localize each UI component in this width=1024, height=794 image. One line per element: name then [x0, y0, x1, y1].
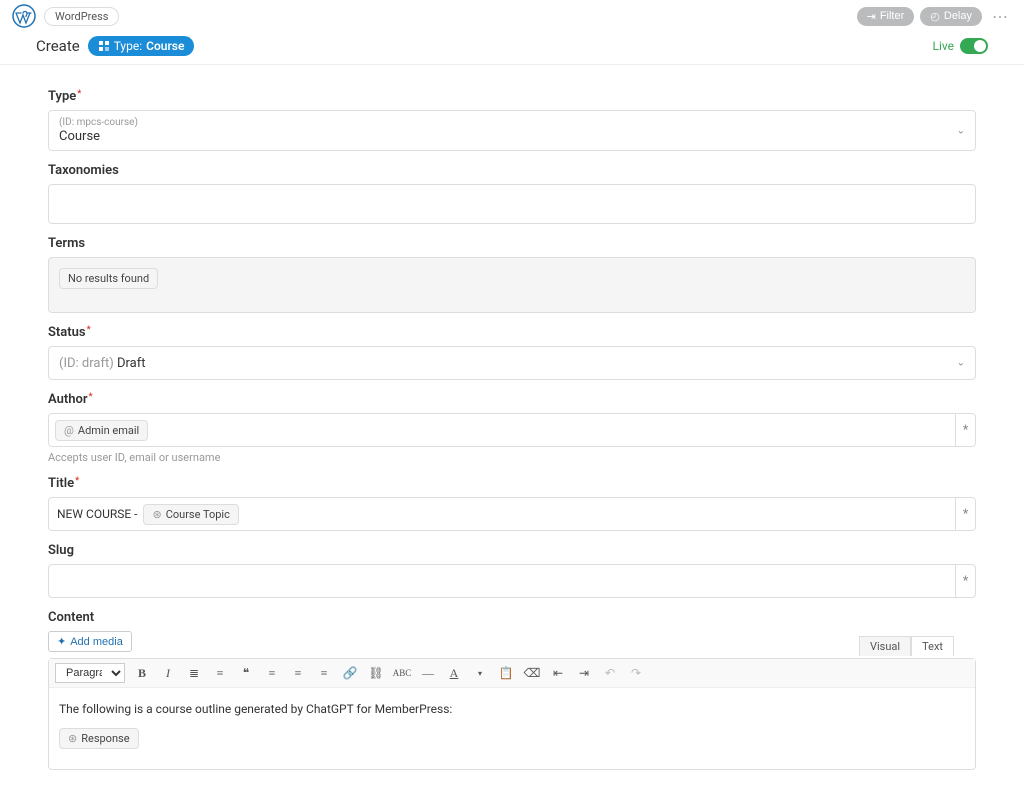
user-icon: @ [64, 425, 74, 436]
unlink-button[interactable]: ⛓ [367, 664, 385, 682]
undo-button[interactable]: ↶ [601, 664, 619, 682]
tab-text[interactable]: Text [911, 636, 954, 656]
clear-button[interactable]: ⌫ [523, 664, 541, 682]
type-prefix: Type: [114, 39, 142, 53]
content-text: The following is a course outline genera… [59, 702, 965, 716]
delay-button[interactable]: ◴ Delay [920, 7, 982, 26]
terms-box: No results found [48, 257, 976, 313]
slug-input[interactable]: * [48, 564, 976, 598]
taxonomies-input[interactable] [48, 184, 976, 224]
number-list-button[interactable]: ≡ [211, 664, 229, 682]
textcolor-arrow[interactable]: ▾ [471, 664, 489, 682]
target-icon: ⊛ [152, 509, 161, 520]
type-value-display: Course [59, 129, 100, 144]
asterisk-icon: * [955, 498, 975, 530]
title-input[interactable]: NEW COURSE - ⊛ Course Topic * [48, 497, 976, 531]
slug-label: Slug [48, 543, 976, 558]
quote-button[interactable]: ❝ [237, 664, 255, 682]
response-chip[interactable]: ⊛ Response [59, 728, 139, 749]
indent-right-button[interactable]: ⇥ [575, 664, 593, 682]
terms-no-results: No results found [59, 268, 158, 289]
type-id: (ID: mpcs-course) [59, 117, 138, 129]
chevron-down-icon: ⌄ [957, 125, 965, 136]
editor-toolbar: Paragraph B I ≣ ≡ ❝ ≡ ≡ ≡ 🔗 ⛓ ABC — A ▾ … [49, 659, 975, 688]
sub-header: Create Type: Course Live [0, 32, 1024, 65]
tab-visual[interactable]: Visual [859, 636, 911, 656]
chevron-down-icon: ⌄ [957, 358, 965, 369]
author-email-chip[interactable]: @ Admin email [55, 420, 148, 441]
type-icon [98, 40, 110, 52]
wordpress-logo-icon [12, 4, 36, 28]
media-icon: ✦ [57, 635, 66, 648]
link-button[interactable]: 🔗 [341, 664, 359, 682]
filter-icon: ⇥ [867, 10, 876, 23]
status-value: Draft [117, 356, 146, 371]
status-select[interactable]: (ID: draft) Draft ⌄ [48, 346, 976, 380]
course-topic-chip[interactable]: ⊛ Course Topic [143, 504, 238, 525]
content-label: Content [48, 610, 976, 625]
align-left-button[interactable]: ≡ [263, 664, 281, 682]
target-icon: ⊛ [68, 733, 77, 744]
paragraph-select[interactable]: Paragraph [55, 663, 125, 683]
status-id: (ID: draft) [59, 356, 114, 371]
hr-button[interactable]: — [419, 664, 437, 682]
platform-pill: WordPress [44, 7, 119, 26]
terms-label: Terms [48, 236, 976, 251]
type-field-label: Type [48, 89, 976, 104]
add-media-button[interactable]: ✦ Add media [48, 631, 132, 652]
type-value: Course [146, 39, 184, 53]
strike-button[interactable]: ABC [393, 664, 411, 682]
filter-button[interactable]: ⇥ Filter [857, 7, 915, 26]
clock-icon: ◴ [930, 10, 940, 23]
asterisk-icon: * [955, 414, 975, 446]
editor-body[interactable]: The following is a course outline genera… [49, 688, 975, 769]
top-header: WordPress ⇥ Filter ◴ Delay ⋯ [0, 0, 1024, 32]
bold-button[interactable]: B [133, 664, 151, 682]
type-select[interactable]: (ID: mpcs-course) Course ⌄ [48, 110, 976, 151]
editor-tabs: Visual Text [859, 636, 954, 656]
content-editor: Paragraph B I ≣ ≡ ❝ ≡ ≡ ≡ 🔗 ⛓ ABC — A ▾ … [48, 658, 976, 770]
form-container: Type (ID: mpcs-course) Course ⌄ Taxonomi… [0, 65, 1024, 794]
status-label: Status [48, 325, 976, 340]
more-options-icon[interactable]: ⋯ [988, 7, 1012, 26]
type-pill[interactable]: Type: Course [88, 36, 195, 56]
bullet-list-button[interactable]: ≣ [185, 664, 203, 682]
indent-left-button[interactable]: ⇤ [549, 664, 567, 682]
redo-button[interactable]: ↷ [627, 664, 645, 682]
asterisk-icon: * [955, 565, 975, 597]
textcolor-button[interactable]: A [445, 664, 463, 682]
author-help: Accepts user ID, email or username [48, 451, 976, 464]
title-prefix: NEW COURSE - [57, 507, 137, 521]
align-center-button[interactable]: ≡ [289, 664, 307, 682]
title-label: Title [48, 476, 976, 491]
taxonomies-label: Taxonomies [48, 163, 976, 178]
live-label: Live [933, 39, 954, 53]
live-toggle[interactable] [960, 38, 988, 54]
create-label: Create [36, 37, 80, 55]
author-input[interactable]: @ Admin email * [48, 413, 976, 447]
align-right-button[interactable]: ≡ [315, 664, 333, 682]
paste-button[interactable]: 📋 [497, 664, 515, 682]
filter-label: Filter [880, 10, 904, 22]
author-label: Author [48, 392, 976, 407]
delay-label: Delay [944, 10, 972, 22]
italic-button[interactable]: I [159, 664, 177, 682]
